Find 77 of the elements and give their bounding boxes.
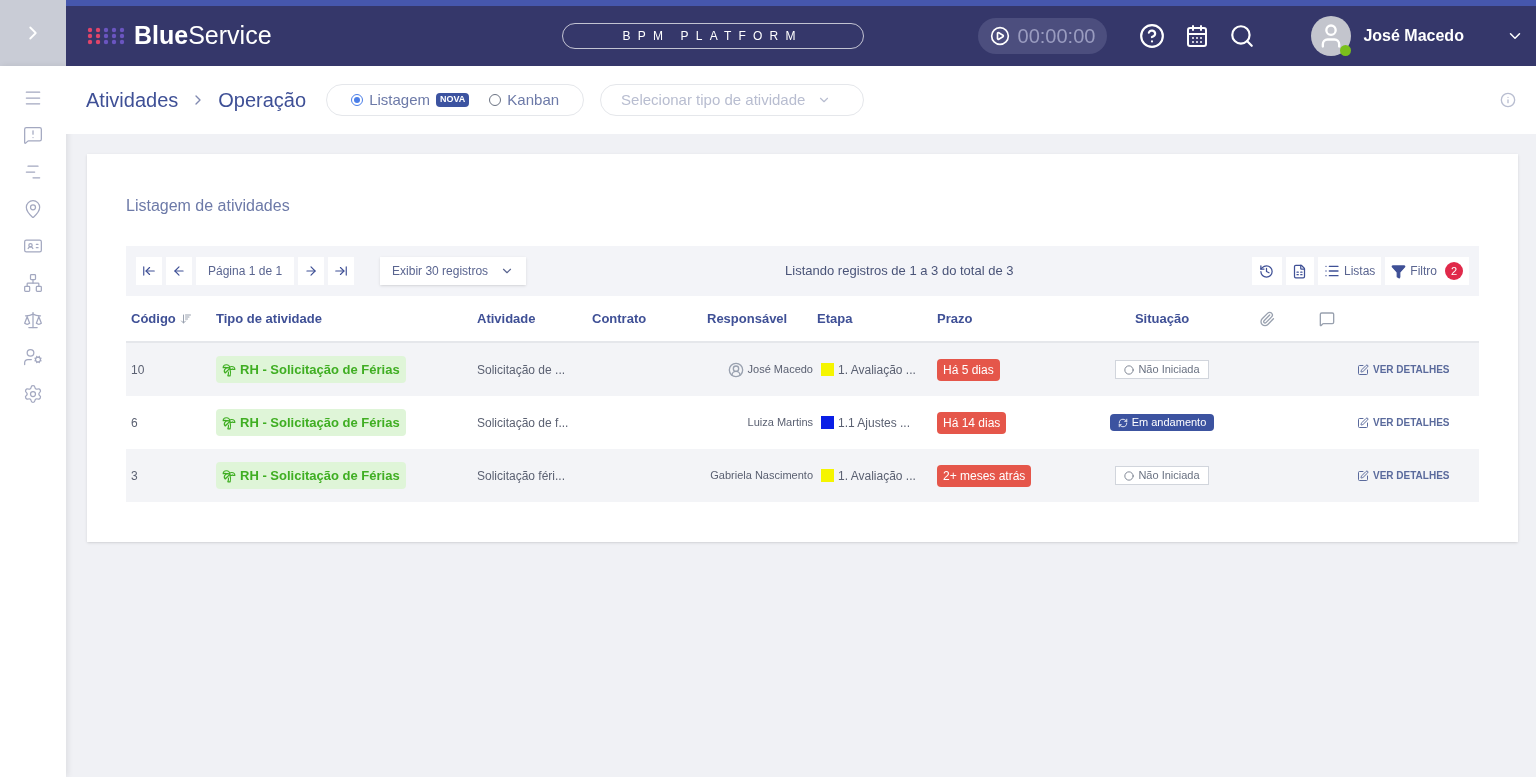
details-link[interactable]: VER DETALHES: [1357, 468, 1479, 483]
play-icon[interactable]: [989, 26, 1010, 46]
palm-tree-icon: [222, 362, 236, 377]
edit-icon[interactable]: [1357, 363, 1369, 376]
card-title: Listagem de atividades: [126, 196, 291, 216]
last-page-icon[interactable]: [334, 264, 349, 278]
table-cell-text: Luiza Martins: [747, 415, 813, 431]
first-page-icon[interactable]: [142, 264, 156, 278]
details-link[interactable]: VER DETALHES: [1357, 415, 1479, 430]
column-header[interactable]: Contrato: [592, 308, 647, 329]
table-cell-text: 3: [131, 467, 139, 485]
filter-icon[interactable]: [1391, 263, 1407, 279]
deadline-badge: Há 5 dias: [937, 358, 1000, 381]
page-indicator: Página 1 de 1: [196, 257, 295, 285]
palm-tree-icon: [222, 468, 236, 483]
refresh-icon: [1117, 417, 1128, 428]
table-cell-text: 10: [131, 361, 146, 379]
activity-type-tag: RH - Solicitação de Férias: [216, 408, 406, 437]
edit-icon[interactable]: [1357, 469, 1369, 482]
last-page-button[interactable]: [328, 257, 355, 285]
table-cell-text: 6: [131, 414, 139, 432]
details-link[interactable]: VER DETALHES: [1357, 362, 1479, 377]
new-badge: NOVA: [436, 93, 470, 107]
arrow-right-icon[interactable]: [304, 264, 319, 278]
paperclip-icon: [1259, 310, 1275, 327]
table-cell-text: Solicitação de ...: [477, 361, 567, 379]
circle-icon: [1124, 470, 1135, 481]
lists-button[interactable]: Listas: [1317, 257, 1382, 285]
list-icon[interactable]: [1323, 263, 1340, 279]
column-header[interactable]: Prazo: [937, 308, 973, 329]
user-name[interactable]: José Macedo: [1363, 24, 1464, 48]
deadline-badge: 2+ meses atrás: [937, 464, 1032, 487]
column-header[interactable]: Etapa: [817, 308, 853, 329]
status-badge: Não Iniciada: [1115, 360, 1209, 379]
activity-type-tag: RH - Solicitação de Férias: [216, 461, 406, 490]
activity-type-tag: RH - Solicitação de Férias: [216, 355, 406, 384]
first-page-button[interactable]: [136, 257, 162, 285]
logo: BlueService: [86, 17, 272, 55]
table-cell-text: 1.1 Ajustes ...: [838, 414, 911, 432]
edit-icon[interactable]: [1357, 416, 1369, 429]
filter-button[interactable]: Filtro 2: [1385, 257, 1469, 285]
sort-icon[interactable]: [179, 312, 192, 325]
table-cell-text: Gabriela Nascimento: [710, 468, 813, 484]
column-header[interactable]: Atividade: [477, 308, 536, 329]
table-cell-text: 1. Avaliação ...: [838, 467, 916, 485]
spreadsheet-button[interactable]: [1285, 257, 1314, 285]
column-header[interactable]: Tipo de atividade: [216, 308, 322, 329]
comment-icon: [1319, 310, 1335, 327]
status-badge: Em andamento: [1109, 414, 1215, 431]
history-button[interactable]: [1251, 257, 1282, 285]
spreadsheet-icon[interactable]: [1292, 263, 1308, 279]
table-cell-text: 1. Avaliação ...: [838, 361, 916, 379]
calendar-icon[interactable]: [1185, 24, 1210, 48]
palm-tree-icon: [222, 415, 236, 430]
table-cell-text: Solicitação féri...: [477, 467, 567, 485]
table-cell-text: Solicitação de f...: [477, 414, 570, 432]
breadcrumb-link[interactable]: Atividades: [86, 85, 179, 115]
dots-logo-icon: [86, 26, 126, 46]
radio-label[interactable]: Kanban: [507, 88, 560, 112]
user-avatar[interactable]: [1311, 16, 1352, 56]
help-icon[interactable]: [1139, 23, 1166, 49]
deadline-badge: Há 14 dias: [937, 411, 1007, 434]
circle-icon: [1124, 364, 1135, 375]
search-icon[interactable]: [1229, 23, 1256, 49]
table-cell-text: José Macedo: [747, 362, 813, 378]
filter-count-badge: 2: [1445, 262, 1463, 280]
column-header[interactable]: Código: [131, 308, 176, 329]
history-icon[interactable]: [1259, 263, 1275, 279]
page-size-select[interactable]: Exibir 30 registros: [380, 257, 527, 285]
arrow-left-icon[interactable]: [172, 264, 186, 278]
sidebar-toggle[interactable]: [0, 0, 66, 66]
records-summary: Listando registros de 1 a 3 do total de 3: [785, 262, 1014, 281]
status-badge: Não Iniciada: [1115, 466, 1209, 485]
column-header[interactable]: Situação: [1134, 308, 1190, 329]
column-header[interactable]: Responsável: [707, 308, 788, 329]
breadcrumb-current: Operação: [218, 88, 307, 113]
radio-label[interactable]: Listagem: [369, 88, 430, 112]
